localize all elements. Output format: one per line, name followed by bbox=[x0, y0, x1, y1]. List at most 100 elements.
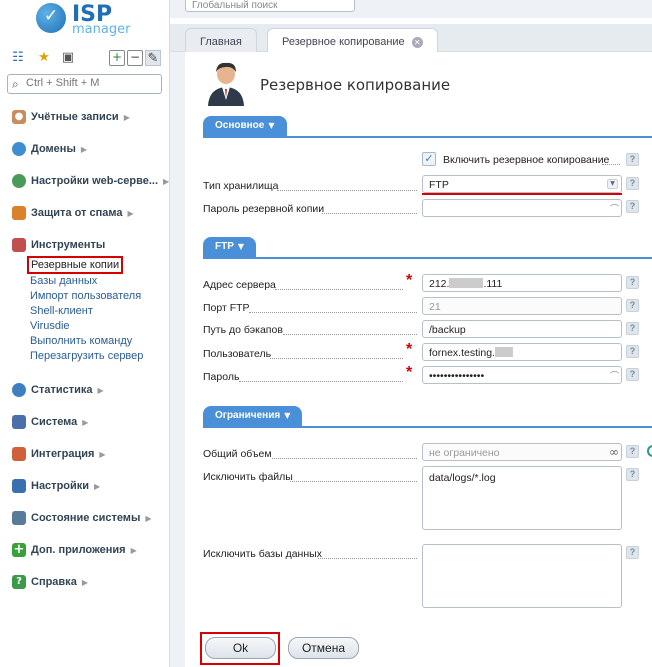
backup-password-input[interactable]: ⌒ bbox=[422, 199, 622, 217]
exclude-files-label: Исключить файлы bbox=[203, 471, 293, 483]
storage-type-select[interactable]: FTP ▼ bbox=[422, 175, 622, 193]
shield-icon bbox=[12, 206, 26, 220]
dotted-leader bbox=[322, 213, 417, 214]
sidebar-subitem-virusdie[interactable]: Virusdie bbox=[30, 320, 70, 332]
password-reveal-icon[interactable]: ⌒ bbox=[610, 202, 619, 215]
content-left-strip bbox=[170, 52, 185, 667]
clipboard-icon[interactable]: ▣ bbox=[60, 50, 76, 66]
sidebar-item-statistics[interactable]: Статистика ▶ bbox=[12, 381, 104, 399]
help-icon[interactable]: ? bbox=[626, 445, 639, 458]
plus-icon: + bbox=[12, 542, 26, 557]
help-icon[interactable]: ? bbox=[626, 200, 639, 213]
sidebar-item-settings[interactable]: Настройки ▶ bbox=[12, 477, 100, 495]
chevron-right-icon: ▶ bbox=[163, 176, 170, 186]
sidebar-item-web-settings[interactable]: Настройки web-серве... ▶ bbox=[12, 172, 169, 190]
expand-all-icon[interactable]: + bbox=[109, 50, 125, 66]
total-size-label: Общий объем bbox=[203, 448, 272, 460]
sidebar-subitem-shell-client[interactable]: Shell-клиент bbox=[30, 305, 93, 317]
dotted-leader bbox=[277, 190, 417, 191]
sidebar-subitem-run-command[interactable]: Выполнить команду bbox=[30, 335, 132, 347]
partial-icon bbox=[647, 445, 652, 457]
server-address-input[interactable]: 212. .111 bbox=[422, 274, 622, 292]
help-icon[interactable]: ? bbox=[626, 546, 639, 559]
sidebar-item-label: Настройки bbox=[31, 480, 90, 492]
sidebar-item-label: Справка bbox=[31, 576, 77, 588]
system-icon bbox=[12, 415, 26, 429]
isp-manager-logo[interactable]: ISP manager bbox=[36, 2, 136, 41]
collapse-all-icon[interactable]: − bbox=[127, 50, 143, 66]
server-address-label: Адрес сервера bbox=[203, 279, 276, 291]
sidebar-subitem-databases[interactable]: Базы данных bbox=[30, 275, 97, 287]
exclude-files-textarea[interactable]: data/logs/*.log bbox=[422, 466, 622, 530]
help-icon: ? bbox=[12, 575, 26, 589]
sidebar-item-label: Система bbox=[31, 416, 78, 428]
infinity-icon[interactable]: ∞ bbox=[609, 445, 619, 459]
pin-icon[interactable]: ✎ bbox=[145, 50, 161, 66]
sidebar-item-accounts[interactable]: ● Учётные записи ▶ bbox=[12, 108, 130, 126]
tab-home[interactable]: Главная bbox=[185, 28, 257, 52]
sidebar-item-integration[interactable]: Интеграция ▶ bbox=[12, 445, 106, 463]
dotted-leader bbox=[239, 381, 403, 382]
section-divider bbox=[203, 257, 652, 259]
redacted-block bbox=[494, 347, 513, 357]
backup-password-label: Пароль резервной копии bbox=[203, 203, 325, 215]
section-basic-tab[interactable]: Основное ▼ bbox=[203, 116, 287, 137]
backup-path-input[interactable]: /backup bbox=[422, 320, 622, 338]
help-icon[interactable]: ? bbox=[626, 468, 639, 481]
total-size-value: не ограничено bbox=[429, 447, 500, 459]
help-icon[interactable]: ? bbox=[626, 276, 639, 289]
cancel-button[interactable]: Отмена bbox=[288, 637, 359, 659]
global-search-input[interactable]: Глобальный поиск bbox=[185, 0, 355, 12]
chevron-right-icon: ▶ bbox=[130, 545, 137, 555]
sidebar-item-spam-protection[interactable]: Защита от спама ▶ bbox=[12, 204, 134, 222]
user-input[interactable]: fornex.testing. bbox=[422, 343, 622, 361]
password-input[interactable]: ••••••••••••••• ⌒ bbox=[422, 366, 622, 384]
sidebar-item-system[interactable]: Система ▶ bbox=[12, 413, 88, 431]
help-icon[interactable]: ? bbox=[626, 299, 639, 312]
sidebar-item-tools[interactable]: Инструменты bbox=[12, 236, 105, 254]
password-reveal-icon[interactable]: ⌒ bbox=[610, 369, 619, 382]
ok-button[interactable]: Ok bbox=[205, 637, 276, 659]
ftp-port-input[interactable]: 21 bbox=[422, 297, 622, 315]
help-icon[interactable]: ? bbox=[626, 322, 639, 335]
menu-search-field[interactable]: ⌕ bbox=[7, 74, 162, 94]
required-asterisk: * bbox=[406, 272, 413, 289]
dotted-leader bbox=[602, 164, 620, 165]
search-icon: ⌕ bbox=[12, 77, 19, 91]
tree-view-icon[interactable]: ☷ bbox=[10, 50, 26, 66]
help-icon[interactable]: ? bbox=[626, 153, 639, 166]
sidebar-subitem-import-user[interactable]: Импорт пользователя bbox=[30, 290, 141, 302]
sidebar-item-help[interactable]: ? Справка ▶ bbox=[12, 573, 88, 591]
sidebar-item-extra-apps[interactable]: + Доп. приложения ▶ bbox=[12, 541, 137, 559]
dotted-leader bbox=[283, 334, 417, 335]
chevron-right-icon: ▶ bbox=[80, 144, 87, 154]
password-value: ••••••••••••••• bbox=[429, 370, 485, 382]
enable-backup-checkbox[interactable]: ✓ bbox=[422, 152, 436, 166]
user-icon: ● bbox=[12, 110, 26, 124]
chevron-right-icon: ▶ bbox=[127, 208, 134, 218]
help-icon[interactable]: ? bbox=[626, 177, 639, 190]
dotted-leader bbox=[290, 481, 417, 482]
ftp-port-label: Порт FTP bbox=[203, 302, 250, 314]
total-size-input[interactable]: не ограничено ∞ bbox=[422, 443, 622, 461]
exclude-db-textarea[interactable] bbox=[422, 544, 622, 608]
dotted-leader bbox=[275, 289, 403, 290]
section-limits-tab[interactable]: Ограничения ▼ bbox=[203, 406, 303, 427]
close-icon[interactable]: ✕ bbox=[411, 37, 423, 48]
section-ftp-tab[interactable]: FTP ▼ bbox=[203, 237, 257, 258]
chevron-down-icon: ▼ bbox=[607, 179, 618, 189]
help-icon[interactable]: ? bbox=[626, 345, 639, 358]
chevron-right-icon: ▶ bbox=[97, 385, 104, 395]
tools-icon bbox=[12, 238, 26, 252]
sidebar-subitem-backups[interactable]: Резервные копии bbox=[27, 256, 124, 274]
sidebar-item-system-status[interactable]: Состояние системы ▶ bbox=[12, 509, 152, 527]
chevron-right-icon: ▶ bbox=[94, 481, 101, 491]
menu-search-input[interactable] bbox=[26, 77, 156, 89]
sidebar-subitem-reboot-server[interactable]: Перезагрузить сервер bbox=[30, 350, 143, 362]
sidebar-item-domains[interactable]: Домены ▶ bbox=[12, 140, 87, 158]
favorites-star-icon[interactable]: ★ bbox=[36, 50, 52, 66]
sidebar-item-label: Инструменты bbox=[31, 239, 106, 251]
help-icon[interactable]: ? bbox=[626, 368, 639, 381]
tab-backup[interactable]: Резервное копирование ✕ bbox=[267, 28, 438, 53]
sidebar-item-label: Статистика bbox=[31, 384, 93, 396]
